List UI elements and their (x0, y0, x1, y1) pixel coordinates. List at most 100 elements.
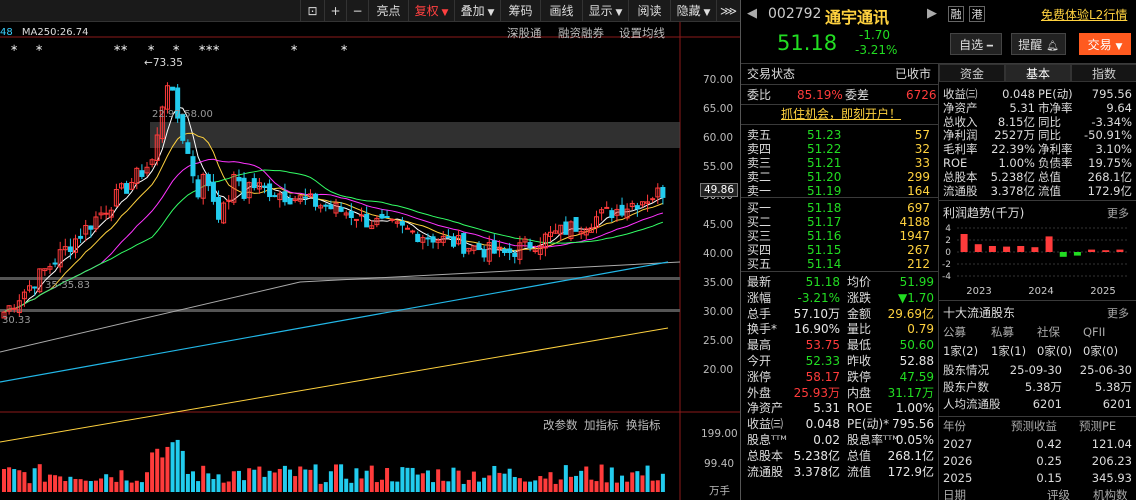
annotation-low-line: 35-35.83 (45, 280, 90, 291)
stat-label: 金额 (847, 306, 872, 321)
add-indicator-button[interactable]: 加指标 (584, 417, 619, 433)
volume-bar (17, 470, 22, 492)
candle-body (384, 215, 390, 218)
volume-bar (594, 481, 599, 492)
bid-volume: 212 (907, 257, 930, 271)
volume-bar (150, 452, 155, 492)
candle-body (338, 206, 344, 212)
add-watchlist-button[interactable]: 自选 ━ (950, 33, 1002, 55)
volume-bar (53, 475, 58, 492)
volume-bar (47, 474, 52, 492)
prev-stock-icon[interactable]: ◀ (747, 6, 757, 21)
price-axis-label: 35.00 (703, 277, 734, 289)
toolbar-overlay-button[interactable]: 叠加 ▼ (454, 0, 500, 22)
kline-chart-area[interactable]: ∗ ∗ ∗ ∗ ∗ ∗ ∗ ∗ ∗ ∗ ∗ 48 MA250:26.74 深股通 融资融券 设置均线… (0, 22, 740, 500)
bid-volume: 697 (907, 201, 930, 215)
lock-icon[interactable]: ⊡ (300, 0, 324, 22)
profit-bar (1031, 247, 1039, 252)
volume-bar (104, 474, 109, 492)
volume-bar (344, 478, 349, 492)
candle-body (507, 248, 513, 254)
toolbar-hide-button[interactable]: 隐藏 ▼ (670, 0, 716, 22)
tab-funds[interactable]: 资金 (939, 64, 1005, 82)
next-stock-icon[interactable]: ▶ (927, 6, 937, 21)
volume-bar (277, 468, 282, 492)
volume-bar (420, 473, 425, 492)
shareholders-more-link[interactable]: 更多 (1107, 305, 1129, 321)
price-change: -1.70 (859, 28, 891, 42)
current-price-tag: 49.86 (700, 183, 738, 197)
free-l2-link[interactable]: 免费体验L2行情 (1041, 6, 1127, 23)
volume-bar (630, 472, 635, 492)
candle-body (481, 249, 487, 258)
volume-bar (88, 481, 93, 492)
volume-bar (487, 475, 492, 492)
volume-bar (27, 483, 32, 492)
candle-body (430, 236, 436, 243)
trade-button[interactable]: 交易 ▼ (1079, 33, 1131, 55)
toolbar-draw-button[interactable]: 画线 (540, 0, 582, 22)
zoom-in-icon[interactable]: + (324, 0, 346, 22)
toolbar-display-button[interactable]: 显示 ▼ (582, 0, 628, 22)
volume-axis-mid: 99.40 (704, 458, 735, 470)
toolbar-read-button[interactable]: 阅读 (628, 0, 670, 22)
tab-ma-settings[interactable]: 设置均线 (619, 25, 665, 41)
stat-label: 均价 (847, 275, 872, 289)
switch-indicator-button[interactable]: 换指标 (626, 417, 661, 433)
shareholder-value: 25-09-30 (1009, 363, 1062, 377)
tab-basic[interactable]: 基本 (1005, 64, 1071, 82)
event-marker-icon: ∗ (212, 43, 220, 54)
profit-bar (988, 246, 996, 252)
toolbar-adjust-button[interactable]: 复权 ▼ (408, 0, 454, 22)
open-account-link[interactable]: 抓住机会，即刻开户！ (781, 107, 901, 121)
stat-label: 总值 (847, 448, 872, 463)
volume-bar (548, 472, 553, 492)
stat-label: 最高 (747, 338, 772, 353)
volume-bar (512, 476, 517, 492)
tab-index[interactable]: 指数 (1071, 64, 1136, 82)
divider (939, 300, 1136, 301)
volume-bar (42, 481, 47, 492)
zoom-out-icon[interactable]: − (346, 0, 368, 22)
stat-value: 268.1亿 (887, 448, 934, 463)
price-axis-label: 60.00 (703, 132, 734, 144)
stat-value: 51.18 (805, 275, 840, 289)
candle-body (410, 230, 416, 233)
stat-value: 51.99 (899, 275, 934, 289)
divider (741, 197, 938, 198)
volume-bar (119, 470, 124, 492)
price-axis-label: 25.00 (703, 335, 734, 347)
volume-bar (625, 481, 630, 492)
candle-body (241, 177, 247, 199)
shareholder-row-label: 股东情况 (943, 363, 989, 377)
stat-value: 172.9亿 (887, 464, 934, 479)
bid-ask-diff-value: 6726 (906, 88, 937, 102)
stat-value: 16.90% (794, 322, 840, 337)
ask-volume: 33 (914, 156, 930, 170)
stat-value: 0.048 (805, 417, 840, 432)
tab-margin[interactable]: 融资融券 (558, 25, 604, 41)
toolbar-chips-button[interactable]: 筹码 (500, 0, 540, 22)
candle-body (190, 156, 196, 177)
ma-line (3, 169, 664, 313)
bid-volume: 267 (907, 243, 930, 257)
forecast-col-header: 预测收益 (1011, 419, 1057, 433)
shareholders-title: 十大流通股东 (943, 306, 1016, 320)
price-axis-label: 30.00 (703, 306, 734, 318)
price-axis-label: 55.00 (703, 161, 734, 173)
change-params-button[interactable]: 改参数 (543, 417, 578, 433)
volume-bar (543, 478, 548, 492)
volume-bar (99, 478, 104, 492)
alert-button[interactable]: 提醒 🔔︎ (1011, 33, 1066, 55)
candle-body (619, 204, 625, 216)
candle-body (461, 233, 467, 254)
candle-body (124, 183, 130, 194)
profit-trend-more-link[interactable]: 更多 (1107, 205, 1129, 221)
profit-bar (1045, 236, 1053, 252)
tab-deep-connect[interactable]: 深股通 (507, 25, 542, 41)
forecast-year: 2026 (943, 454, 973, 468)
fund-label: 总股本 (943, 169, 978, 184)
stat-value: -3.21% (797, 290, 840, 305)
toolbar-highlight-button[interactable]: 亮点 (368, 0, 408, 22)
collapse-icon[interactable]: ⋙ (716, 0, 740, 22)
